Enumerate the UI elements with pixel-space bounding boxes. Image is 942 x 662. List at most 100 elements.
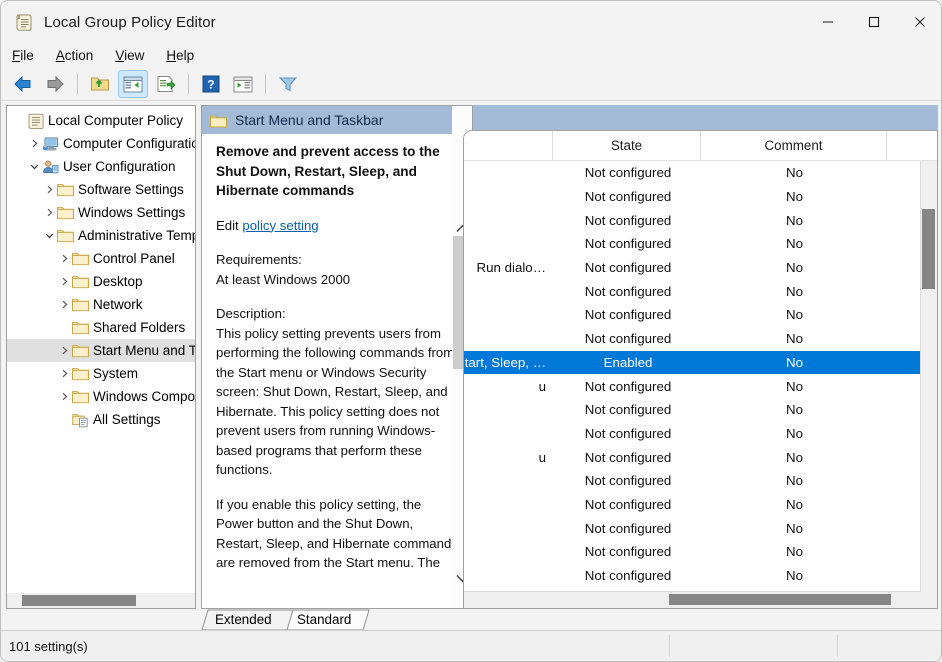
cell-comment: No [702,279,887,303]
chevron-right-icon[interactable] [56,362,72,385]
cell-setting-name: u [464,445,554,469]
tree-item-label: Windows Components [93,389,195,404]
chevron-right-icon[interactable] [56,293,72,316]
table-row[interactable]: Not configuredNo [464,185,937,209]
table-row[interactable]: Not configuredNo [464,398,937,422]
export-list-button[interactable] [152,71,180,97]
table-row[interactable]: Not configuredNo [464,564,937,588]
table-row[interactable]: Not configuredNo [464,540,937,564]
table-row[interactable]: tart, Sleep, …EnabledNo [464,351,937,375]
menu-action[interactable]: Action [45,46,105,65]
chevron-down-icon[interactable] [41,224,57,247]
maximize-button[interactable] [851,1,897,43]
table-row[interactable]: uNot configuredNo [464,445,937,469]
tab-extended[interactable]: Extended [215,610,272,629]
column-header-setting[interactable] [464,131,553,160]
cell-comment: No [702,540,887,564]
status-bar: 101 setting(s) [1,630,942,661]
table-row[interactable]: Run dialo…Not configuredNo [464,256,937,280]
tree-item-system[interactable]: System [7,362,195,385]
chevron-right-icon[interactable] [41,178,57,201]
cell-state: Not configured [554,327,702,351]
chevron-right-icon[interactable] [26,132,42,155]
tree-item-windows-settings[interactable]: Windows Settings [7,201,195,224]
tree-item-start-menu-and-taskbar[interactable]: Start Menu and Taskbar [7,339,195,362]
cell-setting-name [464,398,554,422]
title-bar: Local Group Policy Editor [1,1,942,43]
tree-item-administrative-templates[interactable]: Administrative Templates [7,224,195,247]
list-hscroll-thumb[interactable] [669,594,891,605]
chevron-right-icon[interactable] [56,385,72,408]
column-header-comment[interactable]: Comment [701,131,887,160]
toolbar: ? [1,68,942,101]
console-tree-pane[interactable]: Local Computer PolicyComputer Configurat… [6,105,196,609]
app-window: Local Group Policy Editor FFileile Actio… [0,0,942,662]
tree-item-network[interactable]: Network [7,293,195,316]
edit-policy-setting-link[interactable]: policy setting [242,218,318,233]
list-vscroll-thumb[interactable] [922,209,935,289]
chevron-right-icon[interactable] [56,247,72,270]
chevron-right-icon[interactable] [56,270,72,293]
all-settings-icon [72,408,89,431]
policy-editor-icon [14,12,34,32]
table-row[interactable]: Not configuredNo [464,422,937,446]
list-horizontal-scrollbar[interactable] [464,591,921,608]
table-row[interactable]: Not configuredNo [464,303,937,327]
table-row[interactable]: Not configuredNo [464,161,937,185]
tree-item-shared-folders[interactable]: Shared Folders [7,316,195,339]
tree-item-desktop[interactable]: Desktop [7,270,195,293]
filter-button[interactable] [274,71,302,97]
show-hide-console-tree-button[interactable] [118,70,148,98]
cell-comment: No [702,303,887,327]
tree-horizontal-scrollbar[interactable] [6,593,196,609]
help-button[interactable]: ? [197,71,225,97]
cell-comment: No [702,398,887,422]
folder-icon [72,385,89,408]
minimize-button[interactable] [805,1,851,43]
toolbar-separator [265,74,266,94]
cell-setting-name [464,516,554,540]
tree-item-local-computer-policy[interactable]: Local Computer Policy [7,109,195,132]
tree-item-control-panel[interactable]: Control Panel [7,247,195,270]
table-row[interactable]: Not configuredNo [464,516,937,540]
tree-item-user-configuration[interactable]: User Configuration [7,155,195,178]
list-vertical-scrollbar[interactable] [920,161,937,608]
menu-view[interactable]: View [104,46,155,65]
tree-item-windows-components[interactable]: Windows Components [7,385,195,408]
table-row[interactable]: uNot configuredNo [464,374,937,398]
table-row[interactable]: Not configuredNo [464,327,937,351]
window-controls [805,1,942,43]
edit-policy-line: Edit policy setting [216,216,458,236]
tree-hscroll-thumb[interactable] [22,595,136,606]
table-row[interactable]: Not configuredNo [464,279,937,303]
tab-standard[interactable]: Standard [297,610,351,629]
close-button[interactable] [897,1,942,43]
menu-help[interactable]: Help [155,46,205,65]
cell-setting-name [464,161,554,185]
table-row[interactable]: Not configuredNo [464,208,937,232]
forward-button[interactable] [41,71,69,97]
settings-list-pane[interactable]: State Comment Not configuredNoNot config… [463,130,938,609]
tree-item-software-settings[interactable]: Software Settings [7,178,195,201]
table-row[interactable]: Not configuredNo [464,232,937,256]
menu-bar: FFileile Action View Help [1,43,942,69]
tree-item-all-settings[interactable]: All Settings [7,408,195,431]
requirements-block: Requirements: At least Windows 2000 [216,250,458,289]
tree-item-computer-configuration[interactable]: Computer Configuration [7,132,195,155]
cell-setting-name [464,422,554,446]
chevron-right-icon[interactable] [56,339,72,362]
back-button[interactable] [9,71,37,97]
cell-setting-name [464,232,554,256]
column-header-state[interactable]: State [553,131,701,160]
menu-file[interactable]: FFileile [1,46,45,65]
table-row[interactable]: Not configuredNo [464,469,937,493]
cell-comment: No [702,161,887,185]
cell-setting-name: Run dialo… [464,256,554,280]
chevron-right-icon[interactable] [41,201,57,224]
chevron-down-icon[interactable] [26,155,42,178]
table-row[interactable]: Not configuredNo [464,493,937,517]
up-one-level-button[interactable] [86,71,114,97]
requirements-label: Requirements: [216,250,458,270]
show-hide-action-pane-button[interactable] [229,71,257,97]
status-divider-1 [669,635,671,657]
